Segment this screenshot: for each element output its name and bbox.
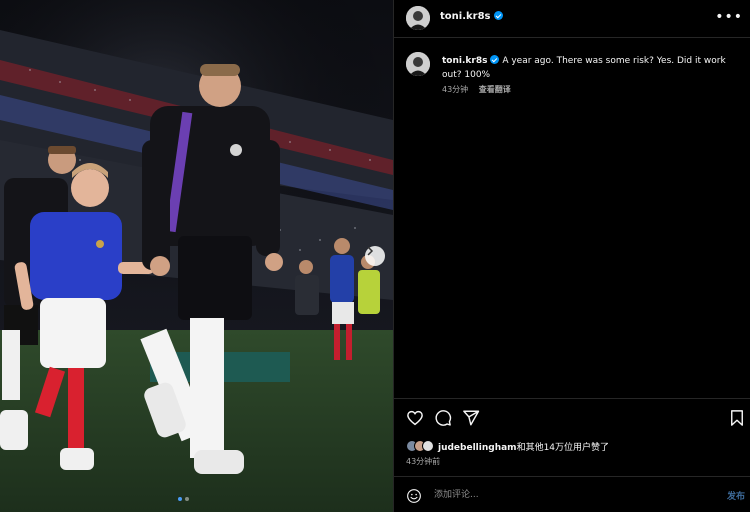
more-options-button[interactable]: ••• <box>715 10 743 24</box>
author-avatar[interactable] <box>406 6 430 30</box>
caption-avatar[interactable] <box>406 52 430 76</box>
carousel-dot-1 <box>178 497 182 501</box>
chevron-right-icon <box>367 246 374 256</box>
comment-bar: 发布 <box>394 476 750 512</box>
post-comment-button[interactable]: 发布 <box>727 489 745 502</box>
post-photo-image <box>0 0 393 512</box>
bookmark-icon[interactable] <box>729 409 745 427</box>
post-panel: toni.kr8s ••• toni.kr8s A year ago. Ther… <box>393 0 750 512</box>
caption-username[interactable]: toni.kr8s <box>442 56 487 66</box>
avatar-image <box>406 6 430 30</box>
share-icon[interactable] <box>462 409 480 427</box>
author-username[interactable]: toni.kr8s <box>440 11 503 22</box>
likes-count-text: 和其他14万位用户赞了 <box>516 442 610 453</box>
action-bar <box>394 398 750 436</box>
likes-row[interactable]: judebellingham和其他14万位用户赞了 <box>406 438 609 454</box>
caption-text: toni.kr8s A year ago. There was some ris… <box>442 54 732 82</box>
caption-time: 43分钟 <box>442 85 469 94</box>
more-icon: ••• <box>715 9 743 25</box>
avatar-image <box>406 52 430 76</box>
verified-icon <box>493 11 503 20</box>
likes-summary: judebellingham和其他14万位用户赞了 <box>438 440 609 453</box>
comment-input[interactable] <box>434 487 694 503</box>
comment-icon[interactable] <box>434 409 452 427</box>
emoji-icon[interactable] <box>406 488 422 504</box>
carousel-dot-2 <box>185 497 189 501</box>
post-photo[interactable] <box>0 0 393 512</box>
author-username-text[interactable]: toni.kr8s <box>440 11 491 22</box>
carousel-next-button[interactable] <box>365 246 385 266</box>
see-translation-link[interactable]: 查看翻译 <box>479 85 511 94</box>
verified-icon <box>490 55 500 64</box>
heart-icon[interactable] <box>406 409 424 427</box>
likes-username[interactable]: judebellingham <box>438 443 517 453</box>
liker-avatars <box>406 440 434 452</box>
carousel-indicator <box>178 497 189 501</box>
liker-avatar <box>422 440 434 452</box>
post-header: toni.kr8s ••• <box>394 0 750 38</box>
post-timestamp: 43分钟前 <box>406 457 441 466</box>
caption-meta: 43分钟 查看翻译 <box>442 84 511 95</box>
